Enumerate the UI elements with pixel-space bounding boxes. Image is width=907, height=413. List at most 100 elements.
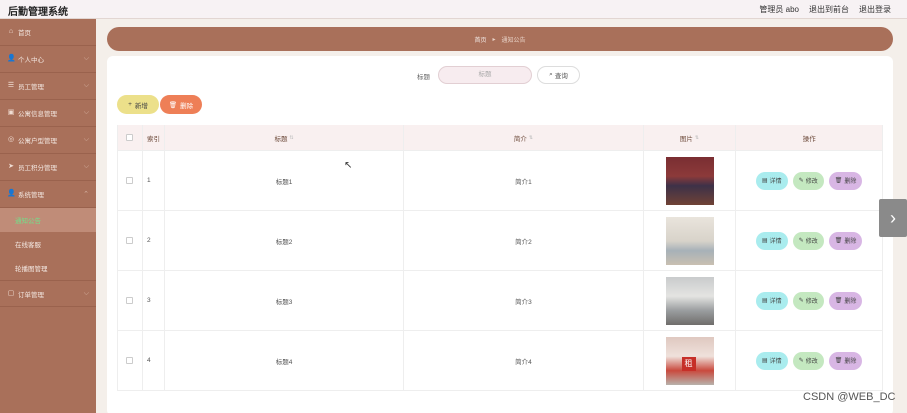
layout-icon: ◎ — [7, 136, 15, 143]
sidebar: ⌂ 首页 👤 个人中心 ⌵ ☰ 员工管理 ⌵ ▣ 公寓信息管理 ⌵ ◎ 公寓户型… — [0, 19, 96, 413]
delete-button[interactable]: 🗑 删除 — [160, 95, 202, 114]
header-intro[interactable]: 简介 ⇅ — [404, 125, 644, 150]
to-frontend-link[interactable]: 退出到前台 — [809, 4, 849, 15]
building-icon: ▣ — [7, 109, 15, 116]
content-panel: 标题 标题 ⌕ 查询 + 新增 🗑 删除 索引 标题 ⇅ 简介 ⇅ 图片 ⇅ 操作 — [107, 56, 893, 413]
sidebar-subitem-carousel[interactable]: 轮播图管理 — [0, 256, 96, 280]
row-index: 1 — [143, 151, 165, 210]
header-title[interactable]: 标题 ⇅ — [165, 125, 405, 150]
detail-button[interactable]: ▤ 详情 — [756, 351, 788, 370]
sidebar-subitem-notices[interactable]: 通知公告 — [0, 208, 96, 232]
select-all-checkbox[interactable] — [126, 134, 134, 141]
home-icon: ⌂ — [8, 28, 14, 35]
row-delete-button[interactable]: 🗑 删除 — [828, 171, 863, 190]
row-checkbox[interactable] — [126, 357, 134, 364]
top-right-links: 管理员 abo 退出到前台 退出登录 — [759, 4, 891, 15]
search-label: 标题 — [417, 74, 430, 81]
row-thumbnail[interactable] — [665, 276, 714, 325]
edit-button[interactable]: ✎ 修改 — [792, 291, 824, 310]
chevron-down-icon: ⌵ — [83, 163, 89, 170]
plus-icon: + — [128, 101, 132, 108]
row-title: 标题3 — [165, 271, 405, 330]
chevron-right-icon[interactable]: › — [879, 199, 907, 237]
sidebar-item-label: 首页 — [18, 30, 31, 37]
add-button-label: 新增 — [134, 102, 148, 110]
sidebar-item-apartment-info[interactable]: ▣ 公寓信息管理 ⌵ — [0, 100, 96, 127]
mouse-cursor-icon: ↖ — [344, 160, 353, 171]
sidebar-item-label: 订单管理 — [18, 291, 44, 299]
search-bar: 标题 标题 ⌕ 查询 — [107, 66, 893, 84]
row-checkbox[interactable] — [126, 297, 134, 304]
header-index: 索引 — [143, 125, 165, 150]
detail-icon: ▤ — [762, 298, 768, 304]
chevron-down-icon: ⌵ — [83, 109, 89, 116]
breadcrumb-home[interactable]: 首页 — [474, 35, 486, 44]
row-intro: 简介3 — [404, 271, 644, 330]
search-button-label: 查询 — [554, 73, 568, 80]
row-checkbox[interactable] — [126, 177, 134, 184]
row-thumbnail[interactable] — [665, 156, 714, 205]
row-intro: 简介4 — [404, 331, 644, 390]
detail-button[interactable]: ▤ 详情 — [756, 291, 788, 310]
sidebar-item-orders[interactable]: ▢ 订单管理 ⌵ — [0, 280, 96, 307]
row-delete-button[interactable]: 🗑 删除 — [828, 351, 863, 370]
sort-icon: ⇅ — [289, 134, 294, 141]
search-icon: ⌕ — [549, 71, 553, 78]
edit-button[interactable]: ✎ 修改 — [792, 351, 824, 370]
trash-icon: 🗑 — [168, 101, 178, 109]
breadcrumb-current: 通知公告 — [501, 37, 526, 44]
sidebar-item-label: 个人中心 — [18, 57, 44, 64]
row-delete-button[interactable]: 🗑 删除 — [828, 291, 863, 310]
edit-icon: ✎ — [798, 298, 804, 304]
top-bar: 后勤管理系统 管理员 abo 退出到前台 退出登录 — [0, 0, 907, 19]
logout-link[interactable]: 退出登录 — [859, 4, 891, 15]
chevron-up-icon: ⌃ — [83, 191, 89, 198]
row-thumbnail[interactable]: 租 — [665, 336, 714, 385]
trash-icon: 🗑 — [834, 298, 843, 304]
chevron-down-icon: ⌵ — [83, 290, 89, 297]
row-checkbox[interactable] — [126, 237, 134, 244]
sidebar-item-system[interactable]: 👤 系统管理 ⌃ — [0, 181, 96, 208]
edit-icon: ✎ — [798, 358, 804, 364]
table-row: 1 标题1 简介1 ▤ 详情 ✎ 修改 🗑 删除 — [118, 151, 882, 211]
edit-button[interactable]: ✎ 修改 — [792, 231, 824, 250]
staff-icon: ☰ — [7, 82, 15, 89]
order-icon: ▢ — [7, 289, 15, 297]
row-title: 标题1 — [165, 151, 405, 210]
breadcrumb: 首页 ▸ 通知公告 — [107, 27, 893, 51]
header-image[interactable]: 图片 ⇅ — [644, 125, 737, 150]
chevron-down-icon: ⌵ — [83, 82, 89, 89]
sidebar-item-apartment-layout[interactable]: ◎ 公寓户型管理 ⌵ — [0, 127, 96, 154]
sort-icon: ⇅ — [528, 134, 534, 141]
send-icon: ➤ — [8, 163, 14, 170]
sidebar-subitem-online-service[interactable]: 在线客服 — [0, 232, 96, 256]
detail-icon: ▤ — [762, 238, 768, 244]
sidebar-item-profile[interactable]: 👤 个人中心 ⌵ — [0, 46, 96, 73]
sidebar-item-staff[interactable]: ☰ 员工管理 ⌵ — [0, 73, 96, 100]
table-row: 2 标题2 简介2 ▤ 详情 ✎ 修改 🗑 删除 — [118, 211, 882, 271]
sidebar-item-staff-points[interactable]: ➤ 员工积分管理 ⌵ — [0, 154, 96, 181]
trash-icon: 🗑 — [834, 178, 843, 184]
detail-button[interactable]: ▤ 详情 — [756, 231, 788, 250]
row-title: 标题4 — [165, 331, 405, 390]
row-thumbnail[interactable] — [665, 216, 714, 265]
detail-icon: ▤ — [762, 358, 768, 364]
delete-button-label: 删除 — [180, 102, 194, 110]
header-ops: 操作 — [802, 135, 816, 143]
detail-button[interactable]: ▤ 详情 — [756, 171, 788, 190]
row-index: 3 — [143, 271, 165, 330]
search-input[interactable]: 标题 — [438, 66, 532, 84]
add-button[interactable]: + 新增 — [117, 95, 159, 114]
row-intro: 简介1 — [404, 151, 644, 210]
row-index: 2 — [143, 211, 165, 270]
row-delete-button[interactable]: 🗑 删除 — [828, 231, 863, 250]
search-button[interactable]: ⌕ 查询 — [537, 66, 580, 84]
trash-icon: 🗑 — [834, 358, 843, 364]
edit-button[interactable]: ✎ 修改 — [792, 171, 824, 190]
sort-icon: ⇅ — [694, 134, 700, 141]
rent-sign: 租 — [681, 356, 696, 371]
row-intro: 简介2 — [404, 211, 644, 270]
sidebar-item-home[interactable]: ⌂ 首页 — [0, 19, 96, 46]
sidebar-item-label: 员工积分管理 — [18, 165, 57, 172]
breadcrumb-separator-icon: ▸ — [492, 36, 496, 43]
